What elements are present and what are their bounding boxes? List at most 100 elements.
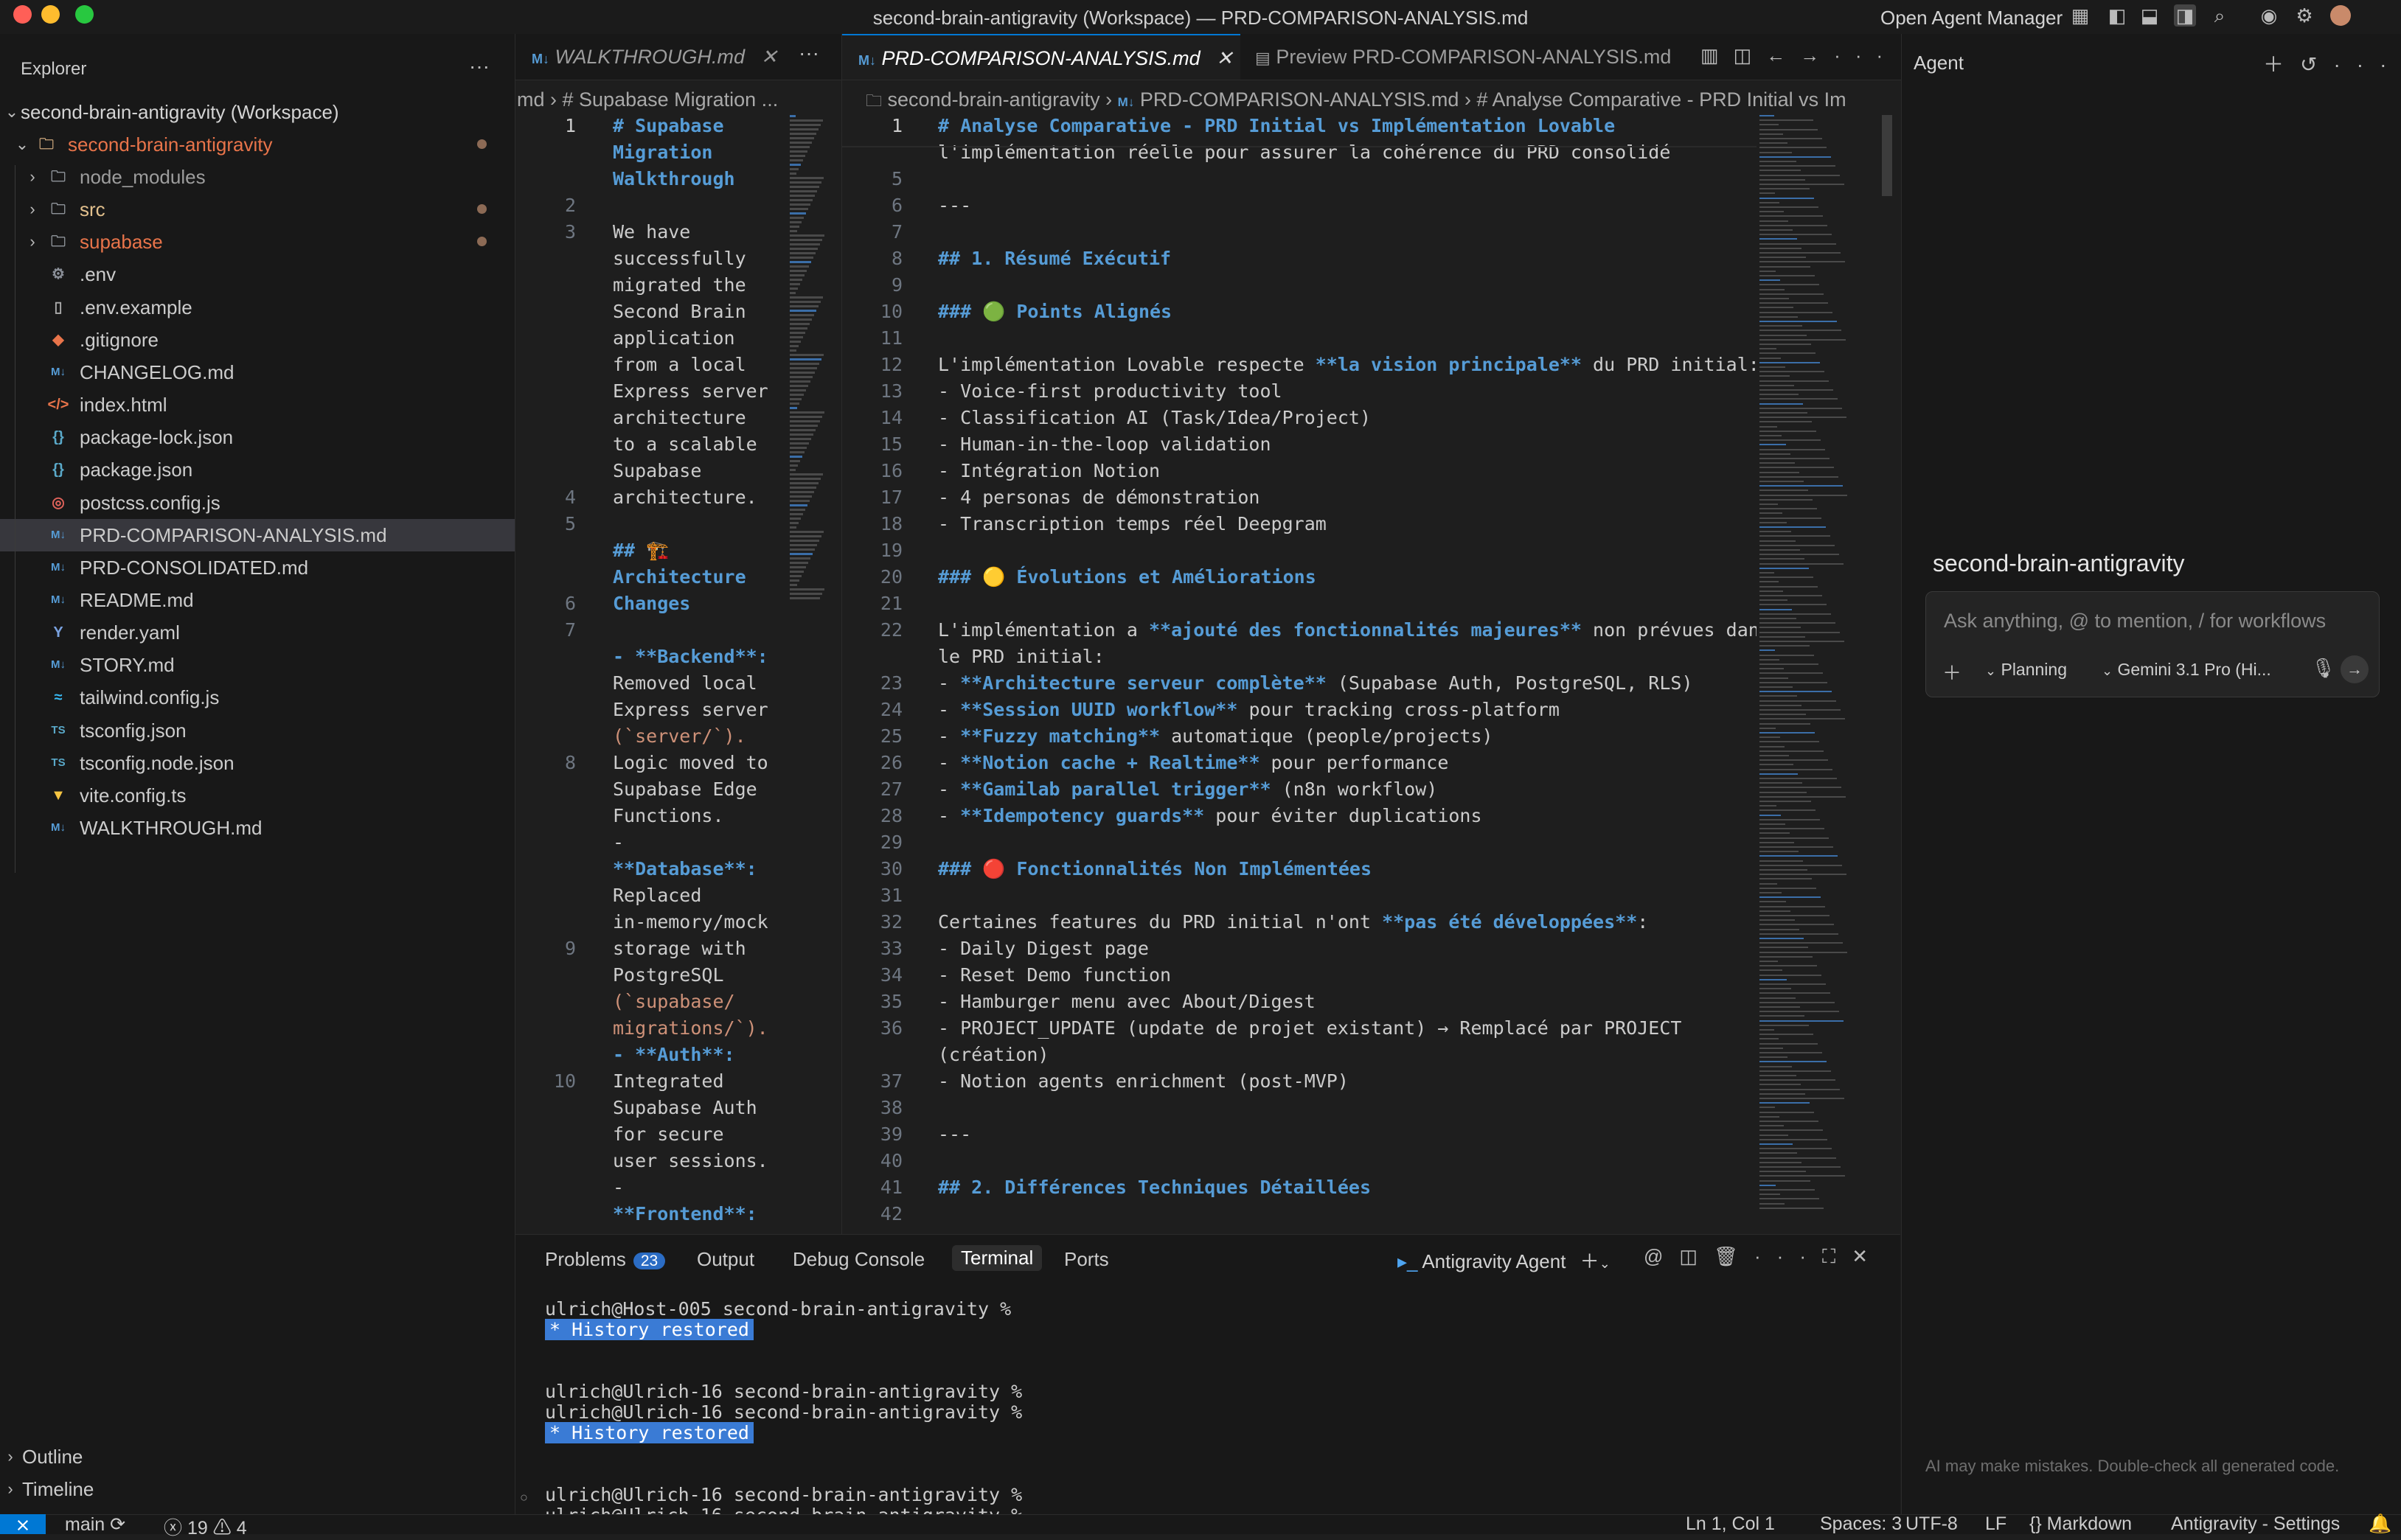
- workspace-header[interactable]: ⌄ second-brain-antigravity (Workspace): [0, 96, 515, 128]
- gear-icon[interactable]: ⚙: [2293, 4, 2315, 27]
- mention-icon[interactable]: @: [1644, 1245, 1679, 1267]
- agent-actions[interactable]: ＋↺···✕: [2263, 49, 2401, 78]
- open-agent-manager-button[interactable]: Open Agent Manager: [1880, 7, 2063, 29]
- language-mode[interactable]: {} Markdown: [2029, 1513, 2132, 1535]
- remote-indicator-icon[interactable]: ⨯: [0, 1514, 46, 1536]
- encoding[interactable]: UTF-8: [1905, 1513, 1958, 1535]
- tree-item-walkthrough-md[interactable]: M↓ WALKTHROUGH.md: [0, 812, 515, 844]
- terminal-selector[interactable]: ▸_ Antigravity Agent ＋⌄: [1397, 1247, 1610, 1274]
- tab-problems[interactable]: Problems 23: [545, 1248, 666, 1271]
- tree-item-tsconfig-node-json[interactable]: TS tsconfig.node.json: [0, 747, 515, 779]
- breadcrumb-folder[interactable]: second-brain-antigravity: [888, 88, 1100, 111]
- attach-icon[interactable]: ＋: [1942, 658, 1962, 686]
- tab-terminal[interactable]: Terminal: [952, 1245, 1043, 1271]
- chevron-right-icon[interactable]: ›: [24, 193, 41, 226]
- breadcrumb-file[interactable]: md: [517, 88, 545, 111]
- new-terminal-icon[interactable]: ＋: [1580, 1250, 1599, 1272]
- agent-chat-input[interactable]: Ask anything, @ to mention, / for workfl…: [1944, 610, 2326, 633]
- timeline-section[interactable]: › Timeline: [0, 1473, 515, 1505]
- tab-preview[interactable]: ▤ Preview PRD-COMPARISON-ANALYSIS.md: [1255, 34, 1671, 80]
- split-terminal-icon[interactable]: ◫: [1679, 1245, 1714, 1267]
- send-button[interactable]: →: [2341, 655, 2369, 683]
- more-actions-icon[interactable]: ···: [1754, 1245, 1822, 1267]
- tree-item-prd-consolidated-md[interactable]: M↓ PRD-CONSOLIDATED.md: [0, 551, 515, 584]
- tree-item-supabase[interactable]: › 🗀 supabase: [0, 226, 515, 258]
- breadcrumb-heading[interactable]: # Supabase Migration ...: [563, 88, 779, 111]
- editor-actions[interactable]: ▥◫←→···: [1700, 44, 1897, 67]
- tree-item--env[interactable]: ⚙ .env: [0, 258, 515, 290]
- problems-indicator[interactable]: ⓧ 19 ⚠ 4: [164, 1513, 247, 1540]
- split-editor-icon[interactable]: ◫: [1734, 44, 1767, 66]
- cursor-position[interactable]: Ln 1, Col 1: [1686, 1513, 1775, 1535]
- eol[interactable]: LF: [1985, 1513, 2006, 1535]
- main-minimap[interactable]: [1759, 115, 1855, 1221]
- tab-prd-comparison[interactable]: M↓ PRD-COMPARISON-ANALYSIS.md ✕: [842, 34, 1240, 80]
- panel-actions[interactable]: @◫🗑···⛶✕: [1644, 1245, 1884, 1269]
- tab-ports[interactable]: Ports: [1064, 1248, 1109, 1271]
- search-icon[interactable]: ⌕: [2209, 4, 2231, 27]
- tree-item-readme-md[interactable]: M↓ README.md: [0, 584, 515, 616]
- chevron-right-icon[interactable]: ›: [24, 161, 41, 193]
- scrollbar-thumb[interactable]: [1882, 115, 1892, 196]
- indentation[interactable]: Spaces: 3: [1820, 1513, 1902, 1535]
- avatar[interactable]: [2330, 5, 2351, 26]
- open-preview-icon[interactable]: ▥: [1700, 44, 1734, 66]
- markdown-icon: M↓: [858, 53, 876, 68]
- tree-item-node-modules[interactable]: › 🗀 node_modules: [0, 161, 515, 193]
- new-chat-icon[interactable]: ＋: [2263, 53, 2300, 76]
- tree-item--gitignore[interactable]: ◆ .gitignore: [0, 324, 515, 356]
- root-folder[interactable]: ⌄ 🗀 second-brain-antigravity: [0, 128, 515, 161]
- tree-item-changelog-md[interactable]: M↓ CHANGELOG.md: [0, 356, 515, 389]
- tree-item-tailwind-config-js[interactable]: ≈ tailwind.config.js: [0, 681, 515, 714]
- layout-icon[interactable]: ▦: [2069, 4, 2091, 27]
- tab-output[interactable]: Output: [697, 1248, 754, 1271]
- outline-section[interactable]: › Outline: [0, 1440, 515, 1473]
- tree-item-package-json[interactable]: {} package.json: [0, 453, 515, 486]
- microphone-icon[interactable]: 🎙: [2311, 657, 2335, 680]
- tree-item-postcss-config-js[interactable]: ◎ postcss.config.js: [0, 487, 515, 519]
- go-forward-icon[interactable]: →: [1800, 44, 1834, 66]
- tree-item-render-yaml[interactable]: Yrender.yaml: [0, 616, 515, 649]
- bell-icon[interactable]: 🔔: [2369, 1513, 2391, 1535]
- settings-indicator[interactable]: Antigravity - Settings: [2171, 1513, 2340, 1535]
- agent-chat-box[interactable]: Ask anything, @ to mention, / for workfl…: [1925, 591, 2380, 697]
- more-actions-icon[interactable]: ···: [1834, 44, 1897, 66]
- tab-debug-console[interactable]: Debug Console: [793, 1248, 925, 1271]
- more-actions-icon[interactable]: ···: [2333, 53, 2401, 76]
- history-icon[interactable]: ↺: [2300, 53, 2333, 76]
- left-code-area[interactable]: 1 # Supabase Migration Walkthrough 2 3 We have…: [515, 115, 781, 1228]
- breadcrumb-file[interactable]: PRD-COMPARISON-ANALYSIS.md: [1140, 88, 1459, 111]
- maximize-panel-icon[interactable]: ⛶: [1822, 1245, 1852, 1267]
- chevron-right-icon[interactable]: ›: [24, 226, 41, 258]
- tree-item-index-html[interactable]: </> index.html: [0, 389, 515, 421]
- breadcrumb[interactable]: md › # Supabase Migration ...: [517, 88, 778, 111]
- chevron-down-icon[interactable]: ⌄: [1599, 1256, 1610, 1271]
- model-dropdown[interactable]: ⌄ Gemini 3.1 Pro (Hi...: [2102, 660, 2271, 680]
- breadcrumb[interactable]: 🗀 second-brain-antigravity › M↓ PRD-COMP…: [866, 88, 1846, 116]
- toggle-sidebar-icon[interactable]: ◧: [2106, 4, 2128, 27]
- toggle-secondary-sidebar-icon[interactable]: ◨: [2174, 4, 2196, 27]
- tree-item-story-md[interactable]: M↓ STORY.md: [0, 649, 515, 681]
- main-code-area[interactable]: 1 # Analyse Comparative - PRD Initial vs …: [842, 115, 1757, 1228]
- browser-icon[interactable]: ◉: [2258, 4, 2280, 27]
- go-back-icon[interactable]: ←: [1766, 44, 1800, 66]
- toggle-panel-icon[interactable]: ⬓: [2138, 4, 2161, 27]
- close-icon[interactable]: ✕: [761, 46, 778, 68]
- terminal-output[interactable]: ulrich@Host-005 second-brain-antigravity…: [515, 1298, 1900, 1526]
- tab-walkthrough[interactable]: M↓ WALKTHROUGH.md ✕: [532, 34, 777, 80]
- mode-dropdown[interactable]: ⌄ Planning: [1985, 660, 2067, 680]
- left-minimap[interactable]: [790, 115, 834, 616]
- close-icon[interactable]: ✕: [1216, 47, 1233, 69]
- tree-item--env-example[interactable]: ▯ .env.example: [0, 291, 515, 324]
- close-icon[interactable]: ✕: [1852, 1245, 1884, 1267]
- branch-indicator[interactable]: main ⟳: [65, 1513, 125, 1536]
- tree-item-tsconfig-json[interactable]: TS tsconfig.json: [0, 714, 515, 747]
- tree-item-prd-comparison-analysis-md[interactable]: M↓ PRD-COMPARISON-ANALYSIS.md: [0, 518, 515, 551]
- more-actions-icon[interactable]: ···: [469, 55, 490, 78]
- tree-item-vite-config-ts[interactable]: ▼ vite.config.ts: [0, 779, 515, 812]
- more-actions-icon[interactable]: ···: [799, 41, 819, 65]
- tree-item-src[interactable]: › 🗀 src: [0, 193, 515, 226]
- breadcrumb-heading[interactable]: # Analyse Comparative - PRD Initial vs I…: [1476, 88, 1846, 111]
- tree-item-package-lock-json[interactable]: {} package-lock.json: [0, 421, 515, 453]
- trash-icon[interactable]: 🗑: [1714, 1245, 1754, 1267]
